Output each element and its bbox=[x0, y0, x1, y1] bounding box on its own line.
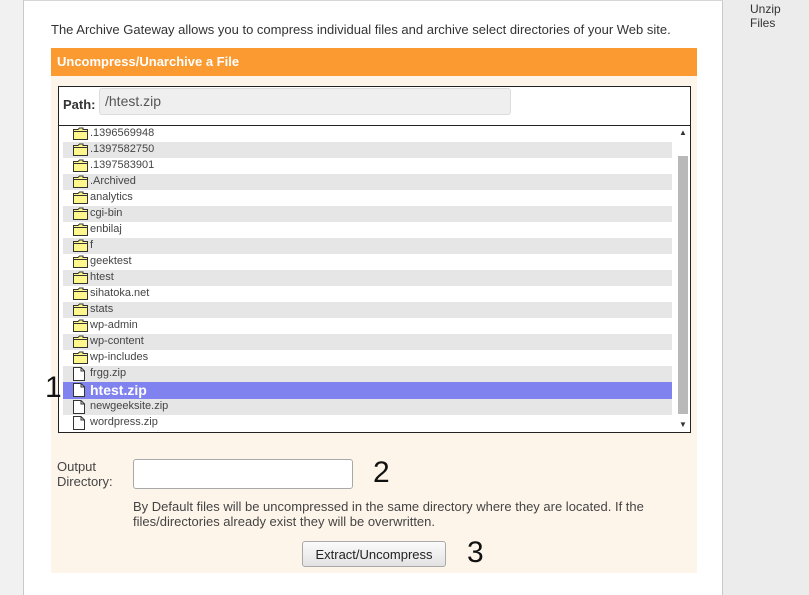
file-row-label: f bbox=[90, 239, 94, 251]
file-icon bbox=[73, 383, 85, 400]
file-row-label: wp-admin bbox=[90, 319, 138, 331]
file-row-label: htest bbox=[90, 271, 114, 283]
file-row-label: wp-content bbox=[90, 335, 144, 347]
left-gutter bbox=[0, 0, 24, 595]
output-description: By Default files will be uncompressed in… bbox=[133, 499, 644, 529]
file-list[interactable]: .1396569948 .1397582750 .1397583901 .Archiv… bbox=[58, 125, 691, 433]
folder-row[interactable]: wp-admin bbox=[63, 318, 672, 334]
file-row[interactable]: frgg.zip bbox=[63, 366, 672, 382]
output-directory-input[interactable] bbox=[133, 459, 353, 489]
step-marker-1: 1 bbox=[45, 371, 62, 404]
file-row-label: sihatoka.net bbox=[90, 287, 150, 299]
folder-row[interactable]: cgi-bin bbox=[63, 206, 672, 222]
scroll-up-arrow-icon[interactable]: ▲ bbox=[676, 126, 690, 140]
file-row-selected[interactable]: htest.zip bbox=[63, 382, 672, 399]
file-row-label: analytics bbox=[90, 191, 133, 203]
file-row-label: stats bbox=[90, 303, 114, 315]
file-row-label: .1396569948 bbox=[90, 127, 155, 139]
file-row[interactable]: wordpress.zip bbox=[63, 415, 672, 431]
file-row-label: wordpress.zip bbox=[90, 416, 158, 428]
folder-row[interactable]: enbilaj bbox=[63, 222, 672, 238]
section-title: Uncompress/Unarchive a File bbox=[57, 54, 240, 69]
folder-row[interactable]: wp-includes bbox=[63, 350, 672, 366]
folder-row[interactable]: .1397582750 bbox=[63, 142, 672, 158]
file-row-label: .1397583901 bbox=[90, 159, 155, 171]
file-row-label: geektest bbox=[90, 255, 132, 267]
file-row-label: .1397582750 bbox=[90, 143, 155, 155]
folder-row[interactable]: wp-content bbox=[63, 334, 672, 350]
file-row-label: enbilaj bbox=[90, 223, 122, 235]
folder-row[interactable]: .Archived bbox=[63, 174, 672, 190]
path-bar: Path: /htest.zip bbox=[58, 86, 691, 126]
archive-gateway-panel: The Archive Gateway allows you to compre… bbox=[24, 0, 723, 595]
intro-text: The Archive Gateway allows you to compre… bbox=[51, 22, 671, 37]
folder-row[interactable]: analytics bbox=[63, 190, 672, 206]
file-row-label: cgi-bin bbox=[90, 207, 123, 219]
folder-row[interactable]: stats bbox=[63, 302, 672, 318]
step-marker-3: 3 bbox=[467, 536, 484, 569]
unzip-files-link[interactable]: Unzip Files bbox=[750, 2, 809, 30]
scroll-thumb[interactable] bbox=[678, 156, 688, 414]
folder-row[interactable]: geektest bbox=[63, 254, 672, 270]
file-row-label: wp-includes bbox=[90, 351, 149, 363]
step-marker-2: 2 bbox=[373, 456, 390, 489]
scroll-down-arrow-icon[interactable]: ▼ bbox=[676, 418, 690, 432]
folder-row[interactable]: f bbox=[63, 238, 672, 254]
file-row-label: htest.zip bbox=[90, 382, 147, 398]
folder-row[interactable]: sihatoka.net bbox=[63, 286, 672, 302]
file-row-label: newgeeksite.zip bbox=[90, 400, 169, 412]
file-icon bbox=[73, 416, 85, 432]
section-header: Uncompress/Unarchive a File bbox=[51, 48, 697, 76]
file-list-scrollbar[interactable]: ▲ ▼ bbox=[676, 126, 690, 432]
path-field[interactable]: /htest.zip bbox=[99, 88, 511, 115]
folder-row[interactable]: htest bbox=[63, 270, 672, 286]
file-row-label: .Archived bbox=[90, 175, 136, 187]
extract-uncompress-button[interactable]: Extract/Uncompress bbox=[302, 541, 446, 567]
output-directory-label: Output Directory: bbox=[57, 459, 113, 489]
panel-top-border bbox=[24, 0, 723, 1]
folder-row[interactable]: .1397583901 bbox=[63, 158, 672, 174]
file-rows: .1396569948 .1397582750 .1397583901 .Archiv… bbox=[63, 126, 672, 431]
file-row-label: frgg.zip bbox=[90, 367, 127, 379]
folder-row[interactable]: .1396569948 bbox=[63, 126, 672, 142]
path-label: Path: bbox=[63, 97, 96, 112]
file-row[interactable]: newgeeksite.zip bbox=[63, 399, 672, 415]
